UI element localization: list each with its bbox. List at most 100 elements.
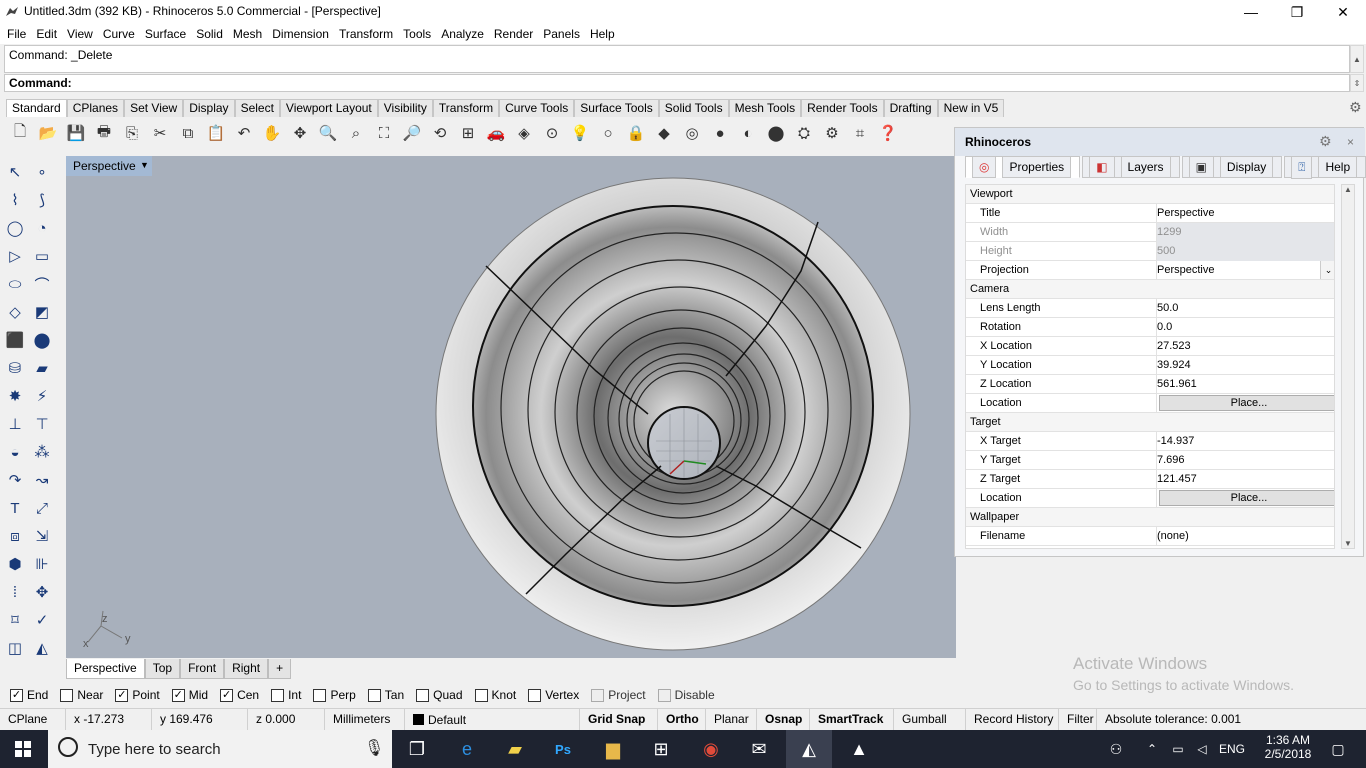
toolbar-tab-drafting[interactable]: Drafting bbox=[883, 99, 938, 117]
property-value[interactable]: 27.523 bbox=[1156, 337, 1334, 356]
text-icon[interactable]: T bbox=[3, 496, 27, 520]
save-icon[interactable]: 💾 bbox=[64, 121, 88, 145]
zoom-selected-icon[interactable]: 🔎 bbox=[400, 121, 424, 145]
task-view-icon[interactable]: ❐ bbox=[394, 730, 440, 768]
toolbar-tab-mesh-tools[interactable]: Mesh Tools bbox=[728, 99, 802, 117]
menu-tools[interactable]: Tools bbox=[398, 27, 436, 41]
box-icon[interactable]: ⬛ bbox=[3, 328, 27, 352]
osnap-vertex[interactable]: Vertex bbox=[528, 688, 579, 702]
new-file-icon[interactable]: 🗋 bbox=[8, 121, 32, 145]
cylinder-icon[interactable]: ⛁ bbox=[3, 356, 27, 380]
import-icon[interactable]: ⎘ bbox=[120, 121, 144, 145]
viewport-tab-perspective[interactable]: Perspective bbox=[66, 659, 145, 679]
checkbox-icon[interactable] bbox=[474, 688, 488, 702]
toolbar-tab-select[interactable]: Select bbox=[234, 99, 280, 117]
notifications-icon[interactable]: ▢ bbox=[1318, 730, 1358, 768]
battery-icon[interactable]: ▭ bbox=[1166, 730, 1190, 768]
toggle-gumball[interactable]: Gumball bbox=[894, 708, 966, 731]
toolbar-tab-visibility[interactable]: Visibility bbox=[377, 99, 433, 117]
gear-options-icon[interactable]: ⚙ bbox=[820, 121, 844, 145]
arc-icon[interactable]: ◔ bbox=[30, 216, 54, 240]
close-button[interactable]: ✕ bbox=[1320, 0, 1366, 24]
toolbar-tab-curve-tools[interactable]: Curve Tools bbox=[499, 99, 575, 117]
checkbox-icon[interactable] bbox=[313, 688, 327, 702]
panel-tab-help[interactable]: ⍰ Help bbox=[1284, 155, 1366, 179]
polygon-icon[interactable]: ▷ bbox=[3, 244, 27, 268]
offset-icon[interactable]: ↷ bbox=[3, 468, 27, 492]
windows-start-icon[interactable] bbox=[0, 730, 46, 768]
menu-mesh[interactable]: Mesh bbox=[228, 27, 267, 41]
named-view-icon[interactable]: ◈ bbox=[512, 121, 536, 145]
units-label[interactable]: Millimeters bbox=[325, 708, 405, 731]
place-button[interactable]: Place... bbox=[1159, 490, 1334, 506]
grips-icon[interactable]: ⌗ bbox=[848, 121, 872, 145]
viewport-layout-icon[interactable]: ⊞ bbox=[456, 121, 480, 145]
cplane-icon[interactable]: ⊙ bbox=[540, 121, 564, 145]
select-icon[interactable]: ↖ bbox=[3, 160, 27, 184]
layer-icon[interactable]: ◫ bbox=[3, 636, 27, 660]
osnap-knot[interactable]: Knot bbox=[474, 688, 516, 702]
loft-icon[interactable]: ◩ bbox=[30, 300, 54, 324]
edge-icon[interactable]: e bbox=[444, 730, 490, 768]
move-icon[interactable]: ✥ bbox=[30, 580, 54, 604]
toggle-osnap[interactable]: Osnap bbox=[757, 708, 810, 731]
help-icon[interactable]: ❓ bbox=[876, 121, 900, 145]
photos-icon[interactable]: ▲ bbox=[836, 730, 882, 768]
surface-icon[interactable]: ◇ bbox=[3, 300, 27, 324]
chevron-down-icon[interactable]: ⌄ bbox=[1320, 261, 1334, 279]
checkbox-checked-icon[interactable]: ✓ bbox=[220, 688, 234, 702]
taskbar-search[interactable]: Type here to search 🎙 bbox=[48, 730, 392, 768]
chrome-icon[interactable]: ◉ bbox=[688, 730, 734, 768]
checkbox-checked-icon[interactable]: ✓ bbox=[10, 688, 23, 702]
check-icon[interactable]: ✓ bbox=[30, 608, 54, 632]
perspective-viewport[interactable]: Perspective ▼ x y z bbox=[66, 156, 956, 658]
property-value[interactable]: Perspective ⌄ bbox=[1156, 261, 1334, 280]
group-icon[interactable]: ⁂ bbox=[30, 440, 54, 464]
pan-icon[interactable]: ✋ bbox=[260, 121, 284, 145]
osnap-quad[interactable]: Quad bbox=[416, 688, 463, 702]
zoom-extents-icon[interactable]: ⛶ bbox=[372, 121, 396, 145]
property-value[interactable]: 561.961 bbox=[1156, 375, 1334, 394]
paint-icon[interactable]: ◭ bbox=[30, 636, 54, 660]
toolbar-tab-set-view[interactable]: Set View bbox=[124, 99, 184, 117]
toolbar-tab-render-tools[interactable]: Render Tools bbox=[801, 99, 884, 117]
chevron-up-icon[interactable]: ⌃ bbox=[1140, 730, 1164, 768]
viewport-tab-front[interactable]: Front bbox=[180, 659, 225, 679]
polyline-icon[interactable]: ⌇ bbox=[3, 188, 27, 212]
clock[interactable]: 1:36 AM 2/5/2018 bbox=[1258, 733, 1318, 761]
checkbox-icon[interactable] bbox=[528, 688, 542, 702]
toolbar-tab-viewport-layout[interactable]: Viewport Layout bbox=[279, 99, 378, 117]
toggle-planar[interactable]: Planar bbox=[706, 708, 757, 731]
property-value[interactable]: Perspective bbox=[1156, 204, 1334, 223]
render-icon[interactable]: ⬤ bbox=[764, 121, 788, 145]
undo-icon[interactable]: ↶ bbox=[232, 121, 256, 145]
osnap-cen[interactable]: ✓ Cen bbox=[220, 688, 259, 702]
array-icon[interactable]: ⧈ bbox=[3, 524, 27, 548]
extend-icon[interactable]: ⚡ bbox=[30, 384, 54, 408]
rhino-taskbar-icon[interactable]: ◭ bbox=[786, 730, 832, 768]
osnap-near[interactable]: Near bbox=[60, 688, 103, 702]
menu-curve[interactable]: Curve bbox=[98, 27, 140, 41]
menu-view[interactable]: View bbox=[62, 27, 98, 41]
panel-close-icon[interactable]: × bbox=[1347, 135, 1354, 149]
restore-button[interactable]: ❐ bbox=[1274, 0, 1320, 24]
paste-icon[interactable]: 📋 bbox=[204, 121, 228, 145]
select-filter-icon[interactable]: ⛭ bbox=[792, 121, 816, 145]
grid-icon[interactable]: ⁞ bbox=[3, 580, 27, 604]
menu-help[interactable]: Help bbox=[585, 27, 620, 41]
rotate-view-icon[interactable]: ✥ bbox=[288, 121, 312, 145]
osnap-disable[interactable]: Disable bbox=[657, 688, 715, 702]
store-icon[interactable]: ⊞ bbox=[638, 730, 684, 768]
cplane-label[interactable]: CPlane bbox=[0, 708, 66, 731]
mesh-icon[interactable]: ⬢ bbox=[3, 552, 27, 576]
photoshop-icon[interactable]: Ps bbox=[540, 730, 586, 768]
light-icon[interactable]: 💡 bbox=[568, 121, 592, 145]
toolbar-tab-surface-tools[interactable]: Surface Tools bbox=[574, 99, 659, 117]
materials-icon[interactable]: ◆ bbox=[652, 121, 676, 145]
property-value[interactable]: -14.937 bbox=[1156, 432, 1334, 451]
checkbox-icon[interactable] bbox=[271, 688, 285, 702]
plane-icon[interactable]: ▰ bbox=[30, 356, 54, 380]
panel-tab-display[interactable]: ▣ Display bbox=[1181, 156, 1283, 178]
layer-indicator[interactable]: Default bbox=[405, 708, 580, 731]
toolbar-tab-standard[interactable]: Standard bbox=[6, 99, 67, 117]
